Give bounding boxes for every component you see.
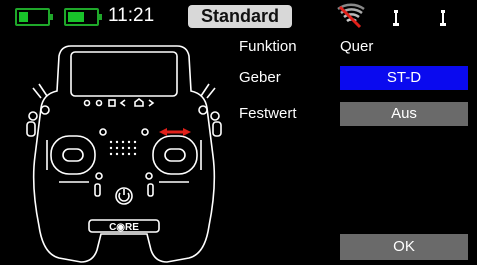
antenna-icon <box>393 10 399 26</box>
ok-button[interactable]: OK <box>340 234 468 260</box>
label-funktion: Funktion <box>239 38 297 55</box>
selected-control-arrows-icon <box>159 128 191 136</box>
rx-battery-icon <box>64 8 102 26</box>
festwert-toggle-button[interactable]: Aus <box>340 102 468 126</box>
model-name-tab[interactable]: Standard <box>188 5 292 28</box>
value-funktion: Quer <box>340 38 374 55</box>
brand-logo: C◉RE <box>109 222 139 233</box>
label-geber: Geber <box>239 69 281 86</box>
antenna-icon <box>440 10 446 26</box>
rf-signal-icon <box>337 3 365 29</box>
geber-select-button[interactable]: ST-D <box>340 66 468 90</box>
transmitter-illustration: C◉RE <box>26 45 222 263</box>
tx-battery-icon <box>15 8 53 26</box>
clock: 11:21 <box>108 5 155 26</box>
label-festwert: Festwert <box>239 105 297 122</box>
